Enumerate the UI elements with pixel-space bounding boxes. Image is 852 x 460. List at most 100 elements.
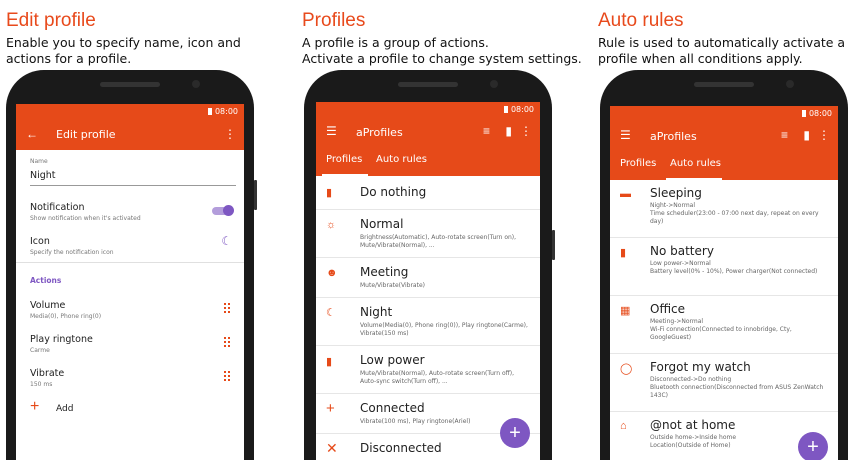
bookmark-icon[interactable]: ▮ bbox=[803, 128, 810, 142]
battery-icon bbox=[503, 106, 508, 113]
status-bar: 08:00 bbox=[610, 106, 838, 122]
rule-summary: Disconnected->Do nothing Bluetooth conne… bbox=[650, 376, 824, 399]
phone-speaker bbox=[694, 82, 754, 87]
rule-name: No battery bbox=[650, 244, 714, 258]
close-icon: ✕ bbox=[326, 440, 338, 456]
status-time: 08:00 bbox=[214, 107, 238, 116]
caption-text: A profile is a group of actions. Activat… bbox=[302, 35, 582, 66]
app-bar: ← Edit profile ⋮ bbox=[16, 120, 244, 150]
status-bar: 08:00 bbox=[16, 104, 244, 120]
drag-handle-icon[interactable] bbox=[224, 371, 230, 383]
profile-name: Do nothing bbox=[360, 185, 427, 199]
home-icon: ⌂ bbox=[620, 420, 627, 432]
phone-camera bbox=[490, 80, 498, 88]
icon-title: Icon bbox=[30, 236, 50, 247]
list-item[interactable]: ▮ Low power Mute/Vibrate(Normal), Auto-r… bbox=[316, 346, 540, 394]
profile-summary: Mute/Vibrate(Normal), Auto-rotate screen… bbox=[360, 370, 515, 385]
battery-alert-icon: ▮ bbox=[620, 247, 627, 259]
auto-rules-panel: Auto rules Rule is used to automatically… bbox=[598, 0, 852, 460]
list-item[interactable]: ▮ No battery Low power->Normal Battery l… bbox=[610, 238, 838, 296]
status-time: 08:00 bbox=[808, 109, 832, 118]
bed-icon: ▬ bbox=[620, 188, 631, 200]
caption-text: Enable you to specify name, icon and act… bbox=[6, 35, 241, 66]
caption-title: Auto rules bbox=[598, 10, 684, 31]
action-title[interactable]: Play ringtone bbox=[30, 334, 93, 345]
phone-side-button bbox=[254, 180, 257, 210]
phone-screen: 08:00 ← Edit profile ⋮ Name Night Notifi… bbox=[16, 104, 244, 460]
phone-camera bbox=[192, 80, 200, 88]
mouse-icon: ▮ bbox=[326, 187, 333, 199]
profile-name: Connected bbox=[360, 401, 425, 415]
list-item[interactable]: ◯ Forgot my watch Disconnected->Do nothi… bbox=[610, 354, 838, 412]
tab-auto-rules[interactable]: Auto rules bbox=[376, 154, 427, 165]
icon-subtitle: Specify the notification icon bbox=[30, 249, 114, 256]
arrow-left-icon[interactable]: ← bbox=[26, 127, 38, 141]
hamburger-menu-icon[interactable]: ☰ bbox=[326, 124, 337, 138]
caption-title: Edit profile bbox=[6, 10, 96, 31]
rule-name: Forgot my watch bbox=[650, 360, 751, 374]
tab-profiles[interactable]: Profiles bbox=[326, 154, 362, 165]
battery-icon bbox=[207, 108, 212, 115]
rule-summary: Meeting->Normal Wi-Fi connection(Connect… bbox=[650, 318, 792, 341]
tab-profiles[interactable]: Profiles bbox=[620, 158, 656, 169]
divider bbox=[16, 262, 244, 263]
building-icon: ▦ bbox=[620, 305, 631, 317]
notification-subtitle: Show notification when it's activated bbox=[30, 215, 141, 222]
action-subtitle: 150 ms bbox=[30, 381, 53, 388]
phone-side-button bbox=[552, 230, 555, 260]
profile-name: Disconnected bbox=[360, 441, 442, 455]
add-profile-button[interactable]: + bbox=[500, 418, 530, 448]
moon-icon[interactable]: ☾ bbox=[221, 234, 232, 248]
drag-handle-icon[interactable] bbox=[224, 303, 230, 315]
edit-profile-panel: Edit profile Enable you to specify name,… bbox=[6, 0, 286, 460]
profile-name: Night bbox=[360, 305, 393, 319]
phone-speaker bbox=[398, 82, 458, 87]
notification-title: Notification bbox=[30, 202, 85, 213]
plus-icon: + bbox=[326, 400, 335, 417]
add-action-button[interactable]: Add bbox=[56, 404, 73, 414]
phone-frame: 08:00 ☰ aProfiles ≡ ▮ ⋮ Profiles Auto ru… bbox=[304, 70, 552, 460]
phone-frame: 08:00 ☰ aProfiles ≡ ▮ ⋮ Profiles Auto ru… bbox=[600, 70, 848, 460]
status-bar: 08:00 bbox=[316, 102, 540, 118]
bookmark-icon[interactable]: ▮ bbox=[505, 124, 512, 138]
add-icon[interactable]: + bbox=[30, 398, 39, 416]
battery-alert-icon: ▮ bbox=[326, 356, 333, 368]
name-field-underline bbox=[30, 185, 236, 186]
profile-name: Normal bbox=[360, 217, 404, 231]
rule-summary: Low power->Normal Battery level(0% - 10%… bbox=[650, 260, 818, 275]
list-icon[interactable]: ≡ bbox=[483, 124, 490, 138]
name-label: Name bbox=[30, 158, 48, 165]
list-item[interactable]: ▦ Office Meeting->Normal Wi-Fi connectio… bbox=[610, 296, 838, 354]
rule-name: Office bbox=[650, 302, 686, 316]
more-vert-icon[interactable]: ⋮ bbox=[520, 124, 532, 138]
hamburger-menu-icon[interactable]: ☰ bbox=[620, 128, 631, 142]
profile-name: Meeting bbox=[360, 265, 409, 279]
phone-speaker bbox=[100, 82, 160, 87]
profile-name: Low power bbox=[360, 353, 425, 367]
name-field[interactable]: Night bbox=[30, 170, 56, 181]
caption-text: Rule is used to automatically activate a… bbox=[598, 35, 846, 66]
phone-frame: 08:00 ← Edit profile ⋮ Name Night Notifi… bbox=[6, 70, 254, 460]
app-title: aProfiles bbox=[650, 130, 697, 143]
action-title[interactable]: Volume bbox=[30, 300, 65, 311]
list-item[interactable]: ☻ Meeting Mute/Vibrate(Vibrate) bbox=[316, 258, 540, 298]
list-icon[interactable]: ≡ bbox=[781, 128, 788, 142]
more-vert-icon[interactable]: ⋮ bbox=[224, 127, 236, 141]
actions-header: Actions bbox=[30, 276, 62, 285]
more-vert-icon[interactable]: ⋮ bbox=[818, 128, 830, 142]
watch-icon: ◯ bbox=[620, 363, 633, 375]
app-bar: ☰ aProfiles ≡ ▮ ⋮ Profiles Auto rules bbox=[316, 118, 540, 176]
list-item[interactable]: ☼ Normal Brightness(Automatic), Auto-rot… bbox=[316, 210, 540, 258]
app-bar: ☰ aProfiles ≡ ▮ ⋮ Profiles Auto rules bbox=[610, 122, 838, 180]
drag-handle-icon[interactable] bbox=[224, 337, 230, 349]
list-item[interactable]: ▮ Do nothing bbox=[316, 176, 540, 210]
status-time: 08:00 bbox=[510, 105, 534, 114]
moon-icon: ☾ bbox=[326, 307, 336, 319]
add-rule-button[interactable]: + bbox=[798, 432, 828, 460]
action-title[interactable]: Vibrate bbox=[30, 368, 64, 379]
tab-auto-rules[interactable]: Auto rules bbox=[670, 158, 721, 169]
list-item[interactable]: ▬ Sleeping Night->Normal Time scheduler(… bbox=[610, 180, 838, 238]
battery-icon bbox=[801, 110, 806, 117]
list-item[interactable]: ☾ Night Volume(Media(0), Phone ring(0)),… bbox=[316, 298, 540, 346]
profiles-panel: Profiles A profile is a group of actions… bbox=[302, 0, 582, 460]
